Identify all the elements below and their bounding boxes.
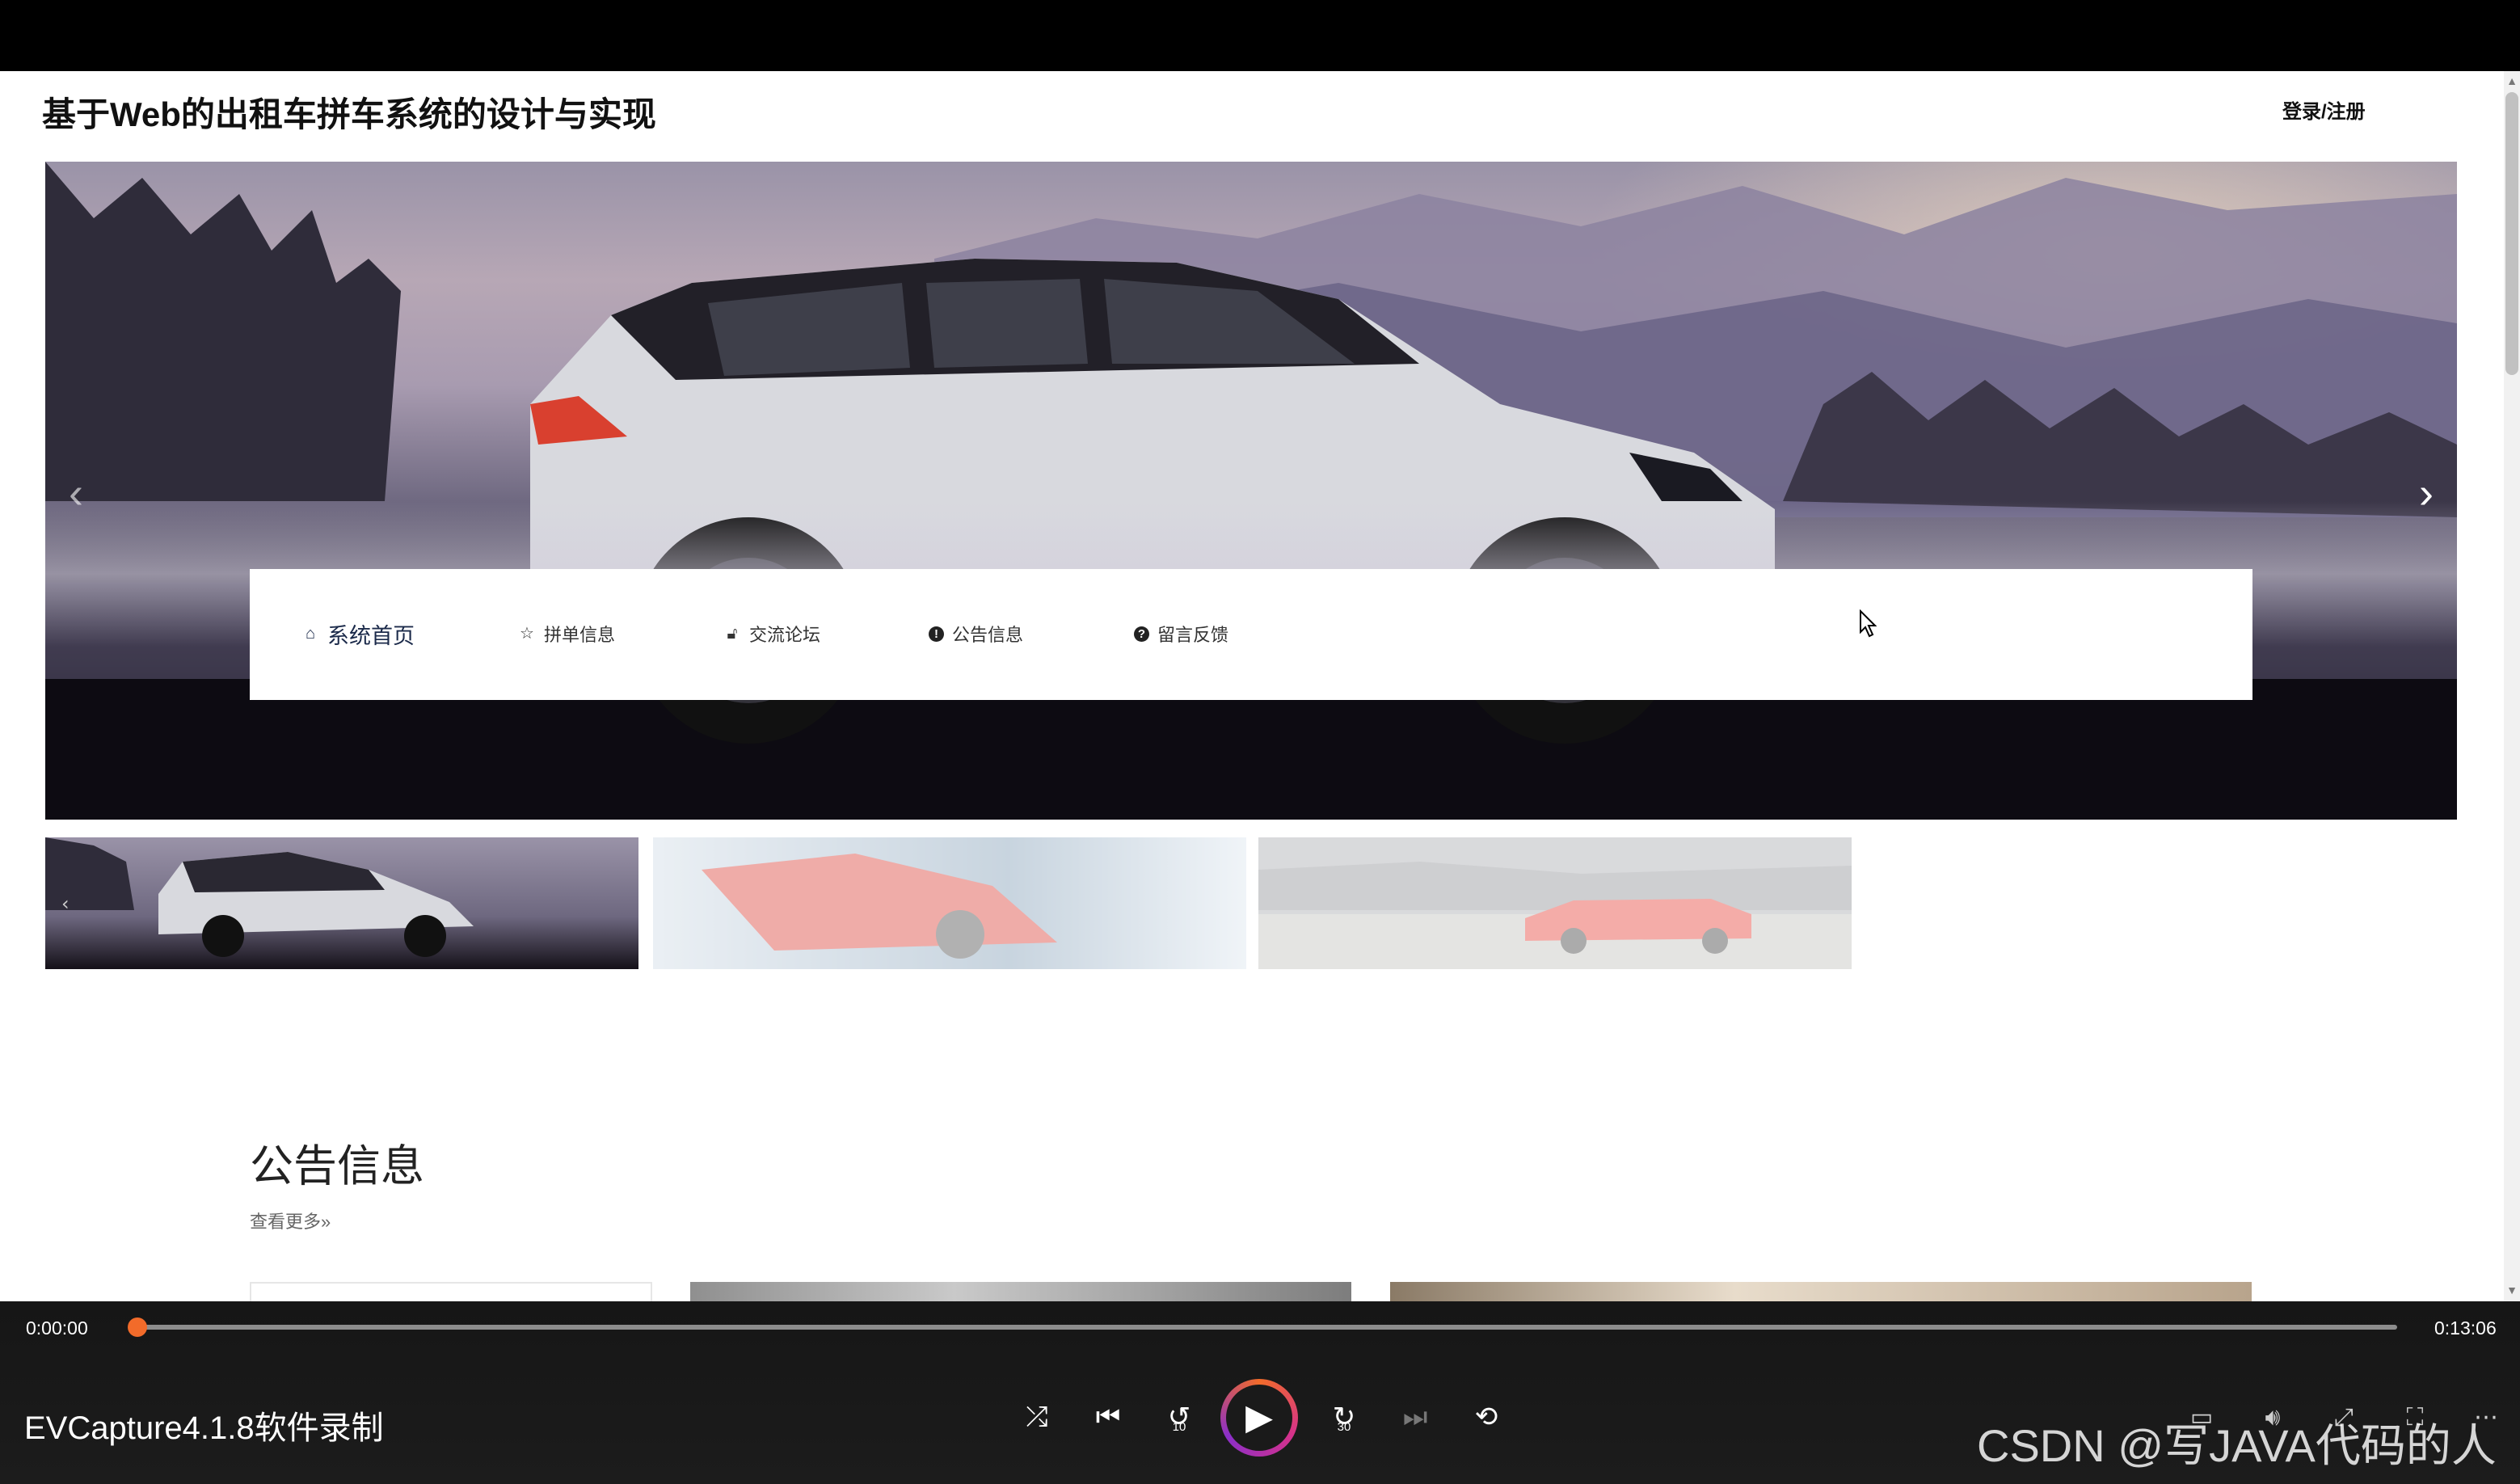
video-player-bar: 0:00:00 0:13:06 EVCapture4.1.8软件录制 ⤮ ⏮ ↺…	[0, 1301, 2520, 1484]
carousel-thumbnail-suv[interactable]: ‹	[45, 837, 638, 969]
web-page: 基于Web的出租车拼车系统的设计与实现 登录/注册 ▲ ▼ ‹ › ⌂ 系统首页…	[0, 71, 2520, 1301]
progress-track[interactable]	[137, 1325, 2397, 1330]
skip-previous-icon[interactable]: ⏮	[1088, 1397, 1128, 1437]
nav-item-label: 留言反馈	[1157, 625, 1229, 645]
watermark-text: CSDN @写JAVA代码的人	[1977, 1420, 2497, 1471]
forward-30-icon[interactable]: ↻ 30	[1324, 1397, 1364, 1437]
recorder-label: EVCapture4.1.8软件录制	[24, 1410, 384, 1446]
scroll-up-icon[interactable]: ▲	[2505, 74, 2518, 87]
carousel-thumbnail-red-coupe[interactable]	[1258, 837, 1852, 969]
repeat-off-icon[interactable]: ⟲	[1466, 1397, 1507, 1437]
current-time: 0:00:00	[26, 1317, 88, 1339]
scrollbar-thumb[interactable]	[2505, 92, 2518, 375]
play-icon: ▶	[1226, 1385, 1292, 1451]
nav-item-feedback[interactable]: ? 留言反馈	[1134, 616, 1228, 651]
total-time: 0:13:06	[2434, 1317, 2497, 1339]
main-nav: ⌂ 系统首页 ☆ 拼单信息 🔓︎ 交流论坛 ! 公告信息 ? 留言反馈	[250, 569, 2252, 700]
play-button[interactable]: ▶	[1220, 1379, 1298, 1457]
window-top-strip	[0, 0, 2520, 71]
site-title: 基于Web的出租车拼车系统的设计与实现	[42, 95, 656, 133]
rewind-seconds: 10	[1172, 1420, 1186, 1434]
carousel-prev-icon[interactable]: ‹	[52, 469, 100, 517]
view-more-link[interactable]: 查看更多»	[250, 1208, 331, 1233]
exclamation-circle-icon: !	[929, 626, 944, 642]
question-circle-icon: ?	[1134, 626, 1149, 642]
shuffle-icon[interactable]: ⤮	[1017, 1397, 1057, 1437]
nav-item-forum[interactable]: 🔓︎ 交流论坛	[723, 616, 821, 651]
svg-text:‹: ‹	[61, 892, 70, 915]
nav-item-label: 拼单信息	[544, 625, 616, 645]
carousel-thumbnail-red-car[interactable]	[653, 837, 1246, 969]
section-title-announcements: 公告信息	[250, 1142, 424, 1191]
forward-seconds: 30	[1337, 1420, 1351, 1434]
home-icon: ⌂	[305, 625, 316, 643]
announcement-card[interactable]	[1390, 1282, 2252, 1301]
nav-item-label: 交流论坛	[749, 625, 821, 645]
mouse-cursor-icon	[1860, 609, 1877, 638]
nav-item-notices[interactable]: ! 公告信息	[929, 616, 1023, 651]
star-icon: ☆	[520, 625, 534, 643]
nav-item-carpool[interactable]: ☆ 拼单信息	[518, 616, 615, 651]
scroll-down-icon[interactable]: ▼	[2505, 1284, 2518, 1296]
nav-item-label: 系统首页	[327, 623, 415, 648]
announcement-card[interactable]	[250, 1282, 652, 1301]
skip-next-icon[interactable]: ⏭	[1395, 1397, 1435, 1437]
announcement-card[interactable]	[690, 1282, 1351, 1301]
login-register-link[interactable]: 登录/注册	[2282, 95, 2366, 124]
lock-icon: 🔓︎	[727, 625, 738, 643]
progress-knob[interactable]	[128, 1317, 147, 1337]
hero-image	[45, 162, 2457, 820]
carousel-next-icon[interactable]: ›	[2402, 469, 2450, 517]
nav-item-home[interactable]: ⌂ 系统首页	[301, 616, 415, 651]
hero-carousel: ‹ ›	[45, 162, 2457, 820]
rewind-10-icon[interactable]: ↺ 10	[1159, 1397, 1199, 1437]
nav-item-label: 公告信息	[952, 625, 1024, 645]
